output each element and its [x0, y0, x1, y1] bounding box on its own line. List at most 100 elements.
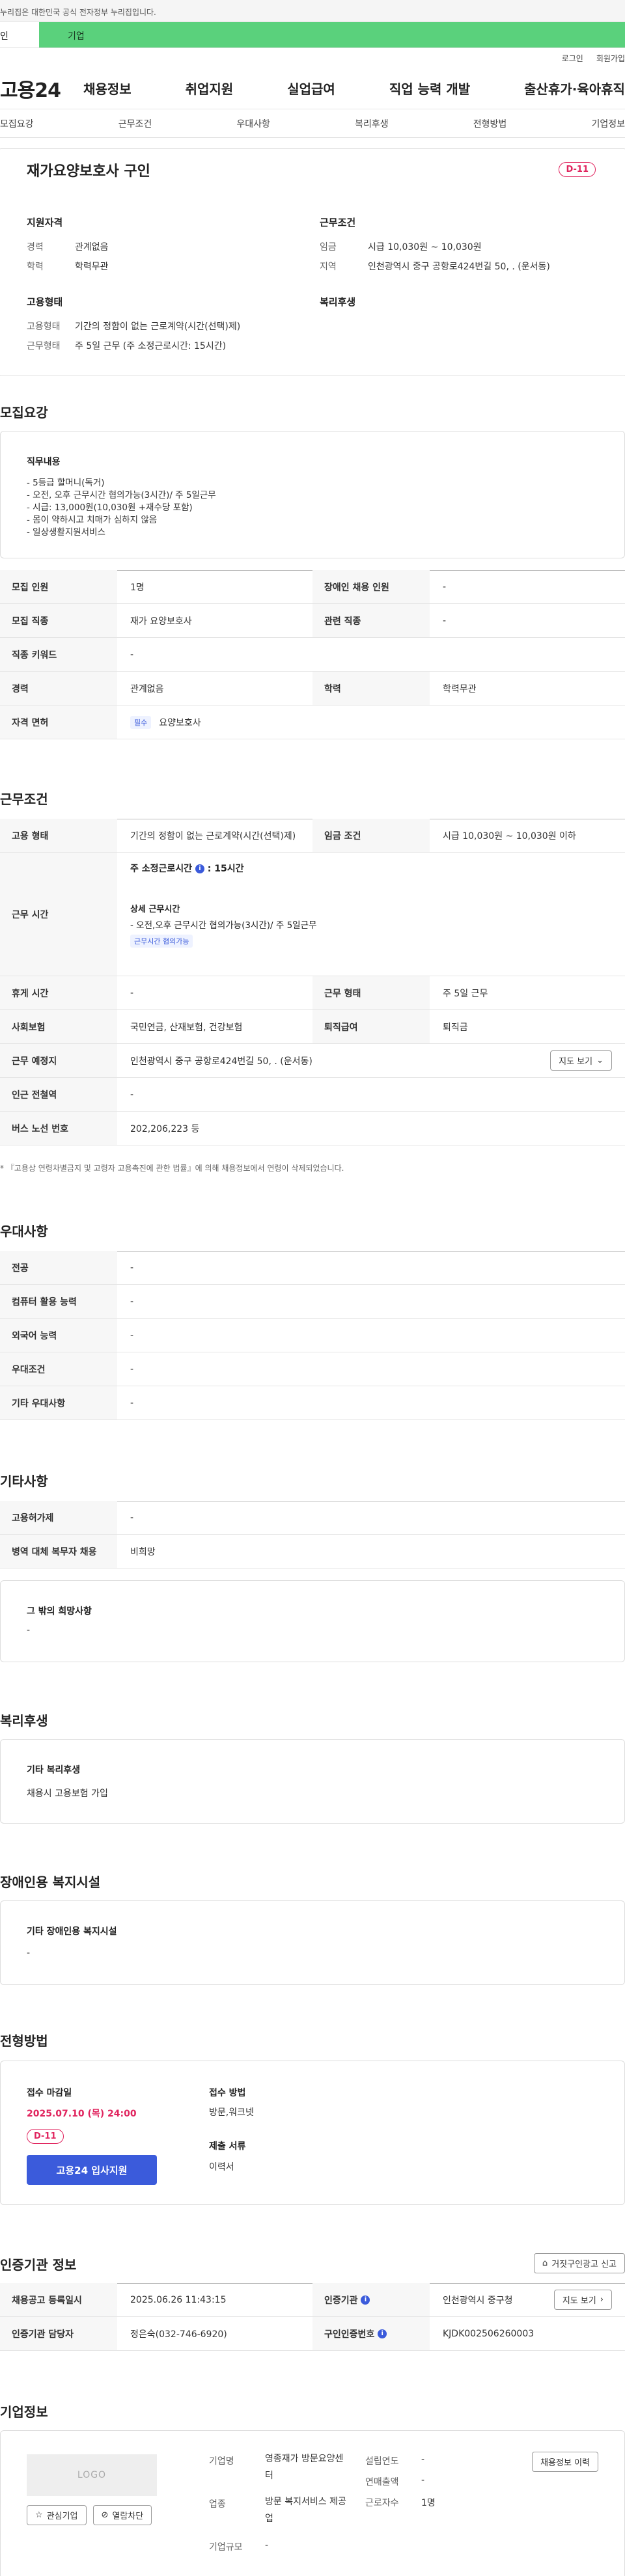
- table-row: 고용 형태 기간의 정함이 없는 근로계약(시간(선택)제) 임금 조건 시급 …: [0, 819, 625, 853]
- gnb-item-unemployment-benefit[interactable]: 실업급여: [287, 79, 335, 98]
- anchor-conditions[interactable]: 근무조건: [118, 117, 152, 130]
- career-line: 경력 관계없음: [27, 242, 109, 253]
- age-notice: * 『고용상 연령차별금지 및 고령자 고용촉진에 관한 법률』에 의해 채용정…: [0, 1164, 344, 1173]
- selection-dday-badge: D-11: [27, 2129, 64, 2144]
- utility-bar: 로그인 회원가입: [0, 48, 625, 68]
- recruit-heading: 모집요강: [0, 405, 48, 420]
- disabled-facility-box: 기타 장애인용 복지시설 -: [0, 1900, 625, 1985]
- table-row: 고용허가제 -: [0, 1501, 625, 1535]
- table-row: 전공 -: [0, 1251, 625, 1285]
- deadline-heading: 접수 마감일: [27, 2088, 72, 2098]
- table-row: 경력 관계없음 학력 학력무관: [0, 672, 625, 706]
- info-icon[interactable]: i: [195, 864, 204, 873]
- section-anchor-nav: 모집요강 근무조건 우대사항 복리후생 전형방법 기업정보: [0, 109, 625, 138]
- agency-map-button[interactable]: 지도 보기 ›: [553, 2290, 612, 2310]
- disabled-facility-box-value: -: [27, 1948, 31, 1958]
- block-view-button[interactable]: ⊘ 열람차단: [92, 2505, 152, 2525]
- gnb-menu: 채용정보 취업지원 실업급여 직업 능력 개발 출산휴가·육아휴직: [83, 79, 625, 98]
- etc-heading: 기타사항: [0, 1473, 48, 1489]
- anchor-selection[interactable]: 전형방법: [473, 117, 507, 130]
- gnb-item-parental-leave[interactable]: 출산휴가·육아휴직: [524, 79, 625, 98]
- gov-banner: 누리집은 대한민국 공식 전자정부 누리집입니다.: [0, 0, 625, 22]
- deadline-value: 2025.07.10 (목) 24:00: [27, 2109, 137, 2119]
- table-row: 사회보험 국민연금, 산재보험, 건강보험 퇴직급여 퇴직금: [0, 1010, 625, 1044]
- wage-line: 임금 시급 10,030원 ~ 10,030원: [320, 242, 482, 253]
- selection-heading: 전형방법: [0, 2033, 48, 2049]
- gnb-item-jobs[interactable]: 채용정보: [83, 79, 132, 98]
- other-wishes-heading: 그 밖의 희망사항: [27, 1606, 92, 1617]
- table-row: 근무 시간 주 소정근로시간 i : 15시간 상세 근무시간 - 오전,오후 …: [0, 853, 625, 976]
- report-false-ad-button[interactable]: ⌂ 거짓구인광고 신고: [533, 2253, 625, 2273]
- qualification-heading: 지원자격: [27, 217, 63, 228]
- other-wishes-value: -: [27, 1625, 31, 1636]
- docs-heading: 제출 서류: [209, 2141, 246, 2152]
- apply-button[interactable]: 고용24 입사지원: [27, 2155, 157, 2185]
- map-button[interactable]: 지도 보기 ⌄: [550, 1050, 612, 1071]
- global-nav: 고용24 채용정보 취업지원 실업급여 직업 능력 개발 출산휴가·육아휴직: [0, 68, 625, 109]
- table-row: 자격 면허 필수 요양보호사: [0, 706, 625, 739]
- hours-negotiable-tag: 근무시간 협의가능: [130, 935, 193, 948]
- warning-icon: ⌂: [542, 2258, 548, 2268]
- method-heading: 접수 방법: [209, 2088, 246, 2098]
- tab-business[interactable]: 기업: [39, 22, 625, 48]
- join-link[interactable]: 회원가입: [596, 53, 625, 64]
- anchor-company[interactable]: 기업정보: [591, 117, 625, 130]
- table-row: 모집 직종 재가 요양보호사 관련 직종 -: [0, 604, 625, 638]
- duty-content: - 5등급 할머니(독거) - 오전, 오후 근무시간 협의가능(3시간)/ 주…: [27, 478, 216, 538]
- employment-heading: 고용형태: [27, 296, 63, 308]
- selection-box: 접수 마감일 2025.07.10 (목) 24:00 D-11 고용24 입사…: [0, 2061, 625, 2205]
- table-row: 인근 전철역 -: [0, 1078, 625, 1112]
- other-wishes-box: 그 밖의 희망사항 -: [0, 1580, 625, 1662]
- cert-heading: 인증기관 정보: [0, 2257, 77, 2273]
- welfare-heading: 복리후생: [320, 296, 356, 308]
- table-row: 버스 노선 번호 202,206,223 등: [0, 1112, 625, 1145]
- tab-personal[interactable]: 인: [0, 22, 39, 48]
- gnb-item-skills[interactable]: 직업 능력 개발: [389, 79, 470, 98]
- info-icon[interactable]: i: [361, 2295, 370, 2305]
- chevron-right-icon: ›: [600, 2295, 604, 2305]
- docs-value: 이력서: [209, 2162, 234, 2172]
- employment-type-line: 고용형태 기간의 정함이 없는 근로계약(시간(선택)제): [27, 322, 241, 332]
- table-row: 기타 우대사항 -: [0, 1386, 625, 1420]
- duty-box: 직무내용 - 5등급 할머니(독거) - 오전, 오후 근무시간 협의가능(3시…: [0, 431, 625, 558]
- education-line: 학력 학력무관: [27, 262, 109, 272]
- block-icon: ⊘: [101, 2510, 109, 2520]
- star-icon: ☆: [35, 2510, 43, 2520]
- anchor-recruit[interactable]: 모집요강: [0, 117, 34, 130]
- favorite-company-button[interactable]: ☆ 관심기업: [27, 2505, 87, 2525]
- anchor-preference[interactable]: 우대사항: [236, 117, 270, 130]
- job-history-button[interactable]: 채용정보 이력: [532, 2452, 598, 2472]
- disabled-facility-box-heading: 기타 장애인용 복지시설: [27, 1926, 117, 1937]
- table-row: 근무 예정지 인천광역시 중구 공항로424번길 50, . (운서동) 지도 …: [0, 1044, 625, 1078]
- table-row: 병역 대체 복무자 채용 비희망: [0, 1535, 625, 1569]
- conditions-section-heading: 근무조건: [0, 791, 48, 807]
- table-row: 인증기관 담당자 정은숙(032-746-6920) 구인인증번호 i KJDK…: [0, 2317, 625, 2351]
- company-logo-placeholder: LOGO: [27, 2454, 157, 2496]
- table-row: 채용공고 등록일시 2025.06.26 11:43:15 인증기관 i 인천광…: [0, 2283, 625, 2317]
- preference-heading: 우대사항: [0, 1224, 48, 1239]
- login-link[interactable]: 로그인: [562, 53, 583, 64]
- conditions-heading: 근무조건: [320, 217, 356, 228]
- disabled-facility-heading: 장애인용 복지시설: [0, 1874, 101, 1890]
- gov-banner-text: 누리집은 대한민국 공식 전자정부 누리집입니다.: [0, 8, 156, 17]
- dday-badge: D-11: [559, 162, 596, 177]
- company-heading: 기업정보: [0, 2404, 48, 2420]
- work-hours-cell: 주 소정근로시간 i : 15시간 상세 근무시간 - 오전,오후 근무시간 협…: [117, 853, 625, 976]
- job-summary-card: 재가요양보호사 구인 D-11 지원자격 경력 관계없음 학력 학력무관 근무조건 …: [0, 148, 625, 376]
- welfare-section-heading: 복리후생: [0, 1713, 48, 1729]
- info-icon[interactable]: i: [378, 2329, 387, 2338]
- table-row: 모집 인원 1명 장애인 채용 인원 -: [0, 570, 625, 604]
- duty-heading: 직무내용: [27, 457, 61, 467]
- job-title: 재가요양보호사 구인: [27, 163, 150, 180]
- user-type-tabs: 인 기업: [0, 22, 625, 48]
- anchor-welfare[interactable]: 복리후생: [355, 117, 389, 130]
- gnb-item-employment-support[interactable]: 취업지원: [186, 79, 234, 98]
- welfare-box-heading: 기타 복리후생: [27, 1765, 81, 1775]
- company-box: LOGO ☆ 관심기업 ⊘ 열람차단 기업명 영종재가 방문요양센터 업종 방문 복…: [0, 2430, 625, 2576]
- welfare-box: 기타 복리후생 채용시 고용보험 가입: [0, 1739, 625, 1824]
- site-logo[interactable]: 고용24: [0, 74, 83, 103]
- table-row: 휴게 시간 - 근무 형태 주 5일 근무: [0, 976, 625, 1010]
- table-row: 직종 키워드 -: [0, 638, 625, 672]
- table-row: 우대조건 -: [0, 1352, 625, 1386]
- chevron-down-icon: ⌄: [596, 1056, 604, 1065]
